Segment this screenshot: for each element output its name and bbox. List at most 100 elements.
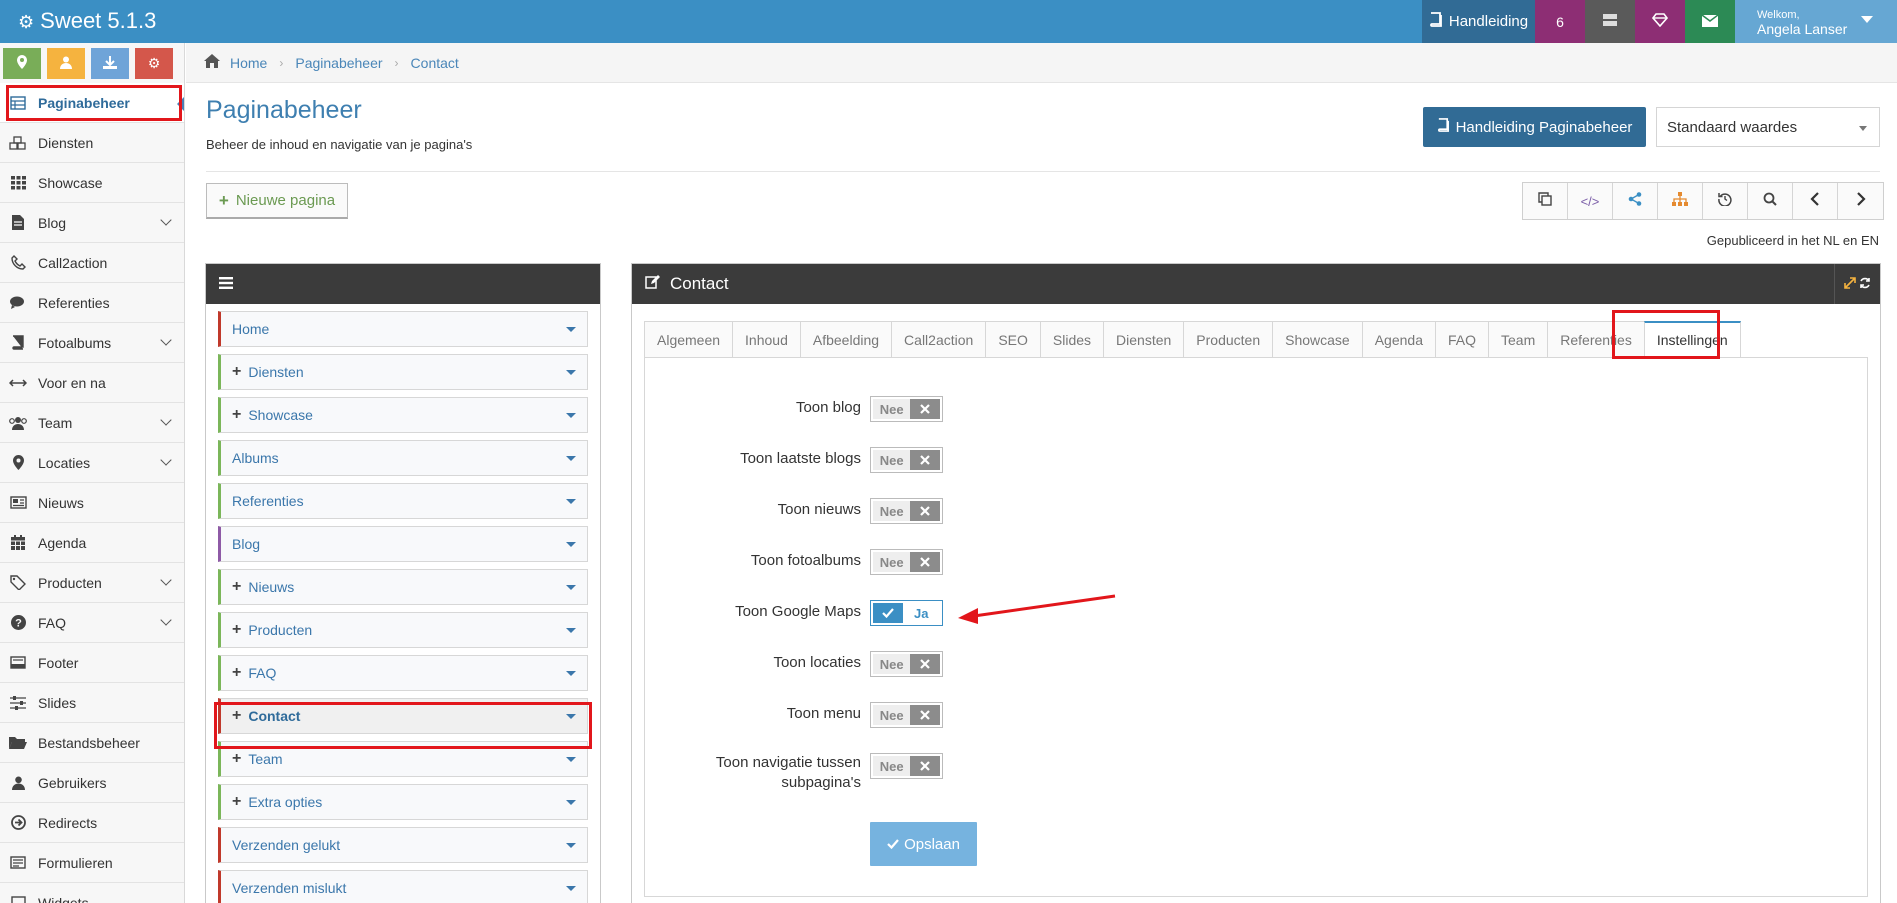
- sitemap-button[interactable]: [1658, 183, 1703, 219]
- code-button[interactable]: </>: [1568, 183, 1613, 219]
- setting-toggle[interactable]: Nee: [870, 447, 943, 473]
- sidebar-item-diensten[interactable]: Diensten: [0, 123, 184, 163]
- plus-icon[interactable]: +: [232, 793, 241, 811]
- caret-down-icon[interactable]: [566, 542, 576, 547]
- download-quick-button[interactable]: [91, 48, 129, 79]
- sidebar-item-agenda[interactable]: Agenda: [0, 523, 184, 563]
- notification-counter[interactable]: 6: [1535, 0, 1585, 43]
- setting-toggle[interactable]: Nee: [870, 498, 943, 524]
- plus-icon[interactable]: +: [232, 621, 241, 639]
- tree-item-faq[interactable]: + FAQ: [218, 655, 588, 691]
- copy-button[interactable]: [1523, 183, 1568, 219]
- server-button[interactable]: [1585, 0, 1635, 43]
- tab-algemeen[interactable]: Algemeen: [644, 321, 733, 358]
- save-button[interactable]: Opslaan: [870, 822, 977, 866]
- sidebar-item-blog[interactable]: Blog: [0, 203, 184, 243]
- expand-icon[interactable]: [1844, 276, 1856, 292]
- tab-agenda[interactable]: Agenda: [1361, 321, 1435, 358]
- caret-down-icon[interactable]: [566, 757, 576, 762]
- plus-icon[interactable]: +: [232, 406, 241, 424]
- tree-item-albums[interactable]: Albums: [218, 440, 588, 476]
- breadcrumb-contact[interactable]: Contact: [411, 55, 459, 71]
- setting-toggle[interactable]: Ja: [870, 600, 943, 626]
- sidebar-item-showcase[interactable]: Showcase: [0, 163, 184, 203]
- sidebar-item-gebruikers[interactable]: Gebruikers: [0, 763, 184, 803]
- plus-icon[interactable]: +: [232, 578, 241, 596]
- tab-seo[interactable]: SEO: [985, 321, 1040, 358]
- sidebar-item-widgets[interactable]: Widgets: [0, 883, 184, 903]
- setting-toggle[interactable]: Nee: [870, 651, 943, 677]
- caret-down-icon[interactable]: [566, 499, 576, 504]
- sidebar-item-nieuws[interactable]: Nieuws: [0, 483, 184, 523]
- sidebar-item-faq[interactable]: ? FAQ: [0, 603, 184, 643]
- tree-item-extra-opties[interactable]: + Extra opties: [218, 784, 588, 820]
- tree-item-nieuws[interactable]: + Nieuws: [218, 569, 588, 605]
- tab-team[interactable]: Team: [1488, 321, 1548, 358]
- tree-item-referenties[interactable]: Referenties: [218, 483, 588, 519]
- history-button[interactable]: [1703, 183, 1748, 219]
- setting-toggle[interactable]: Nee: [870, 396, 943, 422]
- setting-toggle[interactable]: Nee: [870, 549, 943, 575]
- caret-down-icon[interactable]: [566, 800, 576, 805]
- caret-down-icon[interactable]: [566, 370, 576, 375]
- caret-down-icon[interactable]: [566, 671, 576, 676]
- caret-down-icon[interactable]: [566, 413, 576, 418]
- sidebar-item-bestandsbeheer[interactable]: Bestandsbeheer: [0, 723, 184, 763]
- caret-down-icon[interactable]: [566, 327, 576, 332]
- plus-icon[interactable]: +: [232, 664, 241, 682]
- user-quick-button[interactable]: [47, 48, 85, 79]
- caret-down-icon[interactable]: [566, 886, 576, 891]
- sidebar-item-voor-en-na[interactable]: Voor en na: [0, 363, 184, 403]
- mail-button[interactable]: [1685, 0, 1735, 43]
- tab-diensten[interactable]: Diensten: [1103, 321, 1184, 358]
- tree-item-blog[interactable]: Blog: [218, 526, 588, 562]
- tree-item-verzenden-mislukt[interactable]: Verzenden mislukt: [218, 870, 588, 903]
- location-quick-button[interactable]: [3, 48, 41, 79]
- setting-toggle[interactable]: Nee: [870, 753, 943, 779]
- refresh-icon[interactable]: [1859, 277, 1871, 292]
- sidebar-item-referenties[interactable]: Referenties: [0, 283, 184, 323]
- next-button[interactable]: [1838, 183, 1883, 219]
- breadcrumb-home[interactable]: Home: [230, 55, 267, 71]
- sidebar-item-fotoalbums[interactable]: Fotoalbums: [0, 323, 184, 363]
- setting-toggle[interactable]: Nee: [870, 702, 943, 728]
- caret-down-icon[interactable]: [566, 456, 576, 461]
- hamburger-icon[interactable]: [219, 274, 233, 294]
- sidebar-item-team[interactable]: Team: [0, 403, 184, 443]
- manual-button[interactable]: Handleiding: [1422, 0, 1535, 43]
- caret-down-icon[interactable]: [566, 843, 576, 848]
- sidebar-item-redirects[interactable]: Redirects: [0, 803, 184, 843]
- tree-item-verzenden-gelukt[interactable]: Verzenden gelukt: [218, 827, 588, 863]
- user-menu[interactable]: Welkom, Angela Lanser: [1735, 0, 1897, 43]
- tree-item-producten[interactable]: + Producten: [218, 612, 588, 648]
- tree-item-home[interactable]: Home: [218, 311, 588, 347]
- breadcrumb-paginabeheer[interactable]: Paginabeheer: [295, 55, 382, 71]
- new-page-button[interactable]: + Nieuwe pagina: [206, 183, 348, 219]
- sidebar-item-formulieren[interactable]: Formulieren: [0, 843, 184, 883]
- tab-showcase[interactable]: Showcase: [1272, 321, 1362, 358]
- caret-down-icon[interactable]: [566, 585, 576, 590]
- caret-down-icon[interactable]: [566, 628, 576, 633]
- previous-button[interactable]: [1793, 183, 1838, 219]
- tab-producten[interactable]: Producten: [1183, 321, 1273, 358]
- sidebar-item-footer[interactable]: Footer: [0, 643, 184, 683]
- settings-quick-button[interactable]: ⚙: [135, 48, 173, 79]
- diamond-button[interactable]: [1635, 0, 1685, 43]
- default-values-select[interactable]: Standaard waardes: [1656, 107, 1880, 147]
- plus-icon[interactable]: +: [232, 750, 241, 768]
- sidebar-item-slides[interactable]: Slides: [0, 683, 184, 723]
- tab-afbeelding[interactable]: Afbeelding: [799, 321, 892, 358]
- tab-call2action[interactable]: Call2action: [891, 321, 986, 358]
- tab-inhoud[interactable]: Inhoud: [732, 321, 800, 358]
- plus-icon[interactable]: +: [232, 363, 241, 381]
- sidebar-item-call2action[interactable]: Call2action: [0, 243, 184, 283]
- tab-faq[interactable]: FAQ: [1435, 321, 1489, 358]
- manual-paginabeheer-button[interactable]: Handleiding Paginabeheer: [1423, 107, 1646, 147]
- share-button[interactable]: [1613, 183, 1658, 219]
- search-button[interactable]: [1748, 183, 1793, 219]
- sidebar-item-producten[interactable]: Producten: [0, 563, 184, 603]
- tree-item-showcase[interactable]: + Showcase: [218, 397, 588, 433]
- app-brand[interactable]: ⚙ Sweet 5.1.3: [18, 0, 156, 43]
- sidebar-item-locaties[interactable]: Locaties: [0, 443, 184, 483]
- tree-item-diensten[interactable]: + Diensten: [218, 354, 588, 390]
